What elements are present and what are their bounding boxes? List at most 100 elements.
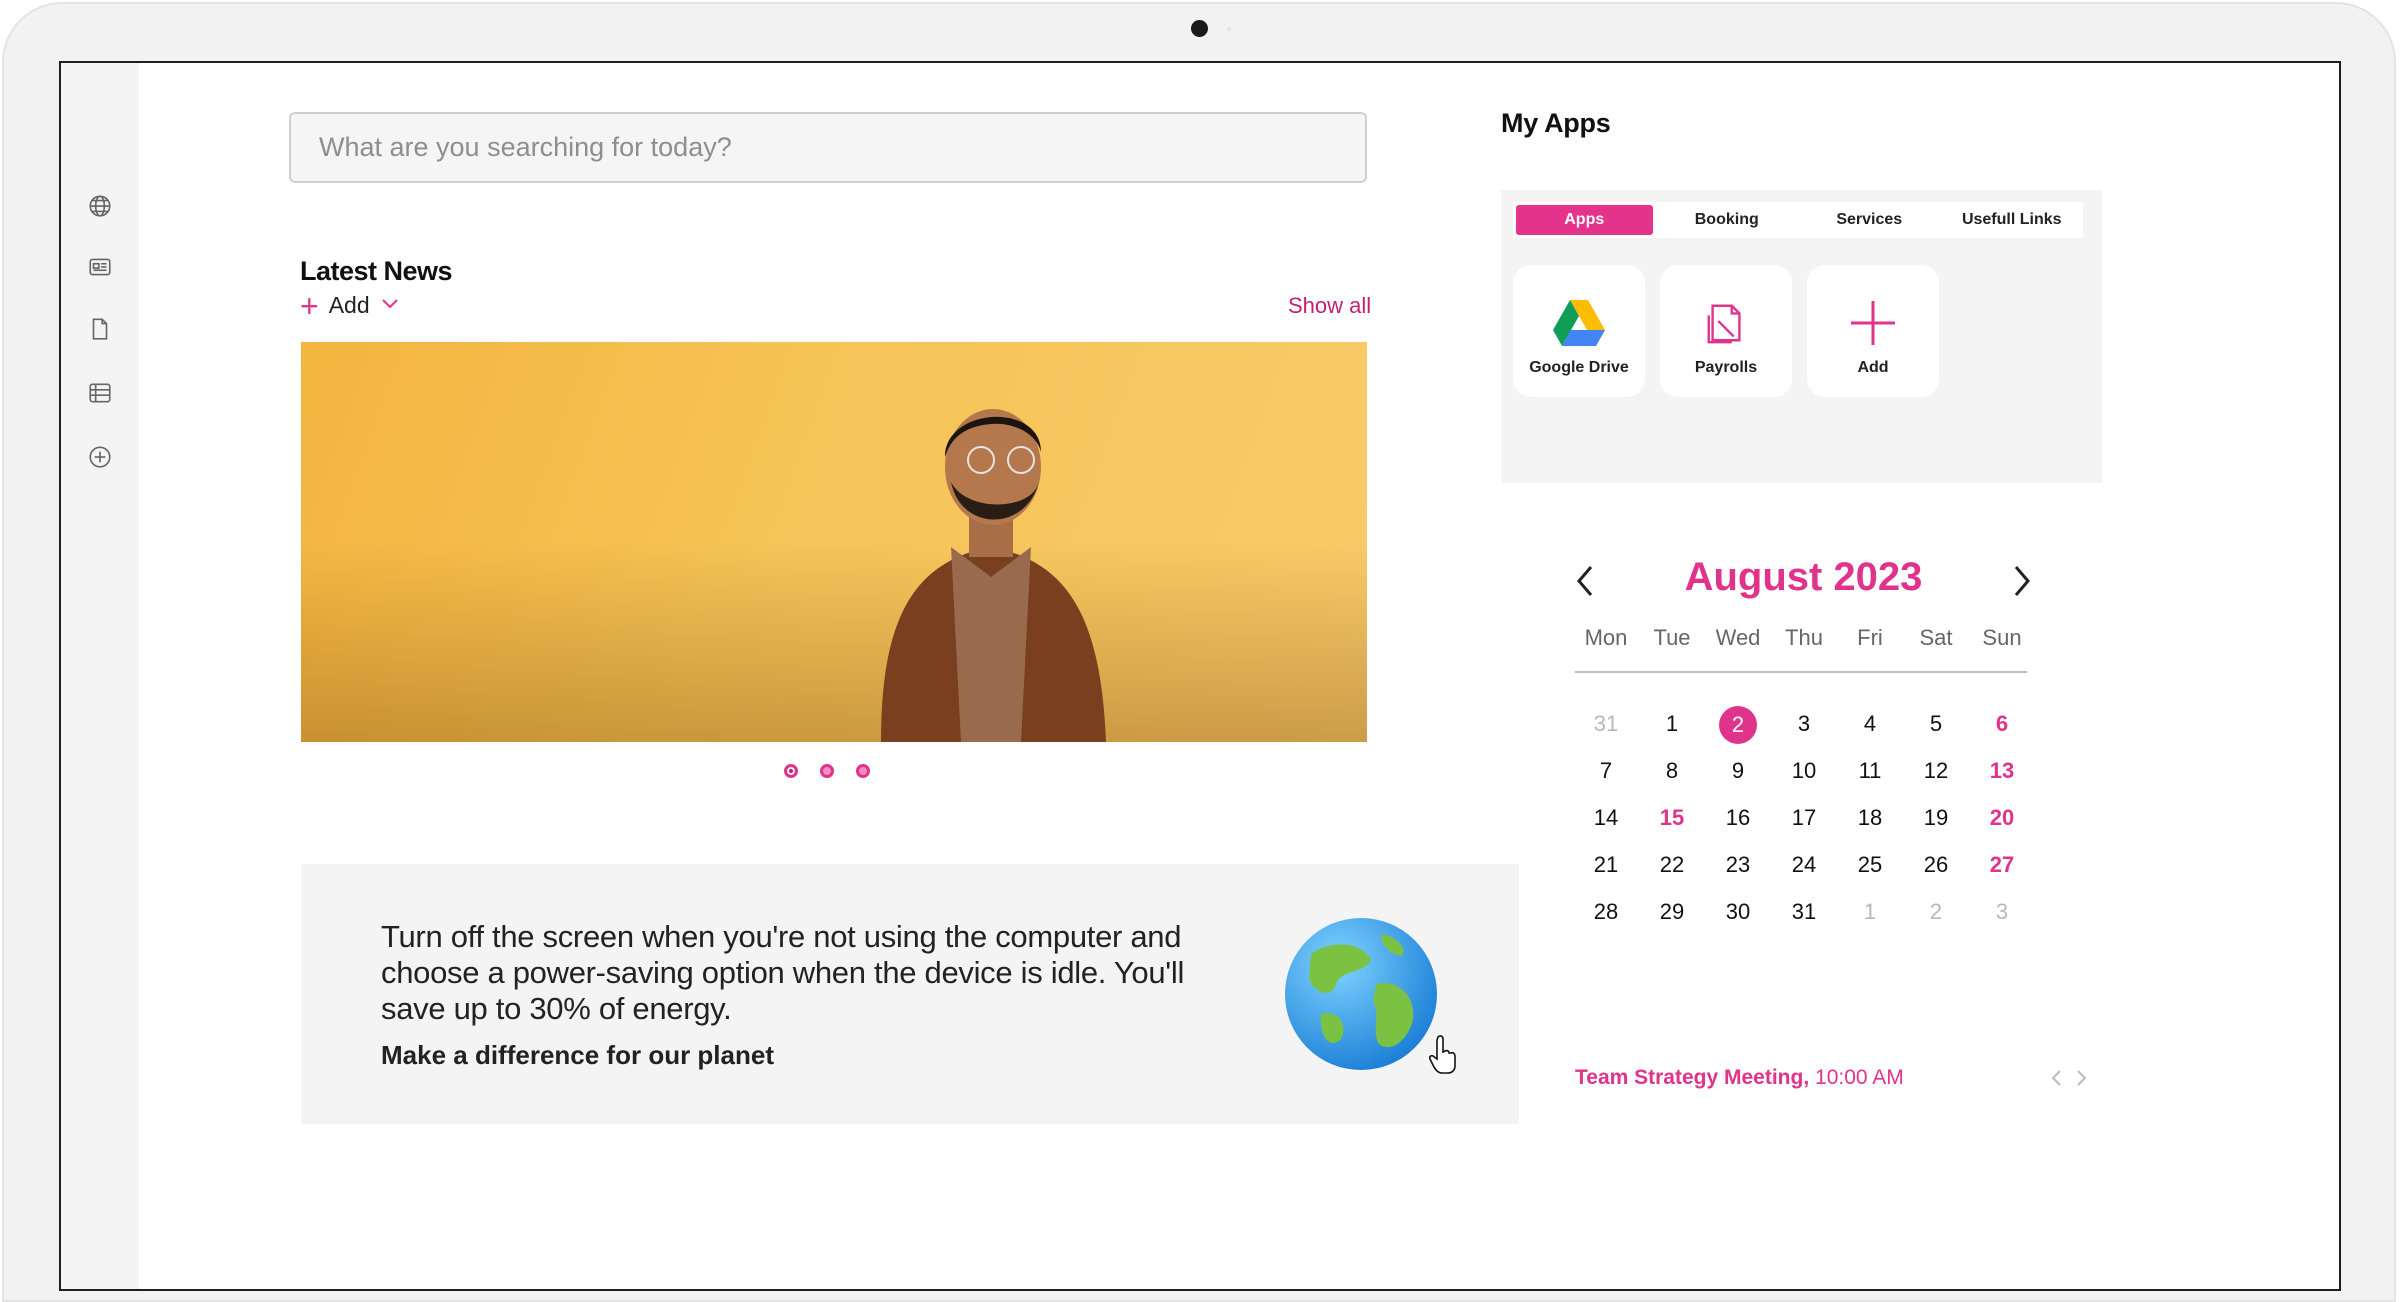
globe-icon[interactable]	[85, 191, 115, 221]
calendar-day-number: 12	[1923, 757, 1949, 783]
calendar-day[interactable]: 11	[1837, 753, 1903, 789]
calendar-day[interactable]: 21	[1573, 847, 1639, 883]
calendar-weekdays: Mon Tue Wed Thu Fri Sat Sun	[1573, 625, 2035, 651]
calendar-day[interactable]: 16	[1705, 800, 1771, 836]
news-carousel-image[interactable]	[301, 342, 1367, 742]
carousel-dot-3[interactable]	[856, 764, 870, 778]
plus-icon	[1847, 297, 1899, 349]
event-time: 10:00 AM	[1815, 1066, 1904, 1089]
apps-tabs: Apps Booking Services Usefull Links	[1513, 202, 2083, 238]
calendar-day-number: 1	[1665, 710, 1679, 736]
calendar-day-number: 6	[1995, 710, 2009, 736]
calendar-day[interactable]: 10	[1771, 753, 1837, 789]
calendar-day[interactable]: 20	[1969, 800, 2035, 836]
calendar-day[interactable]: 29	[1639, 894, 1705, 930]
tab-services[interactable]: Services	[1801, 205, 1938, 235]
calendar-day-number: 9	[1731, 757, 1745, 783]
calendar-day[interactable]: 18	[1837, 800, 1903, 836]
image-shade	[301, 542, 1367, 742]
calendar-event[interactable]: Team Strategy Meeting, 10:00 AM	[1575, 1066, 1904, 1090]
news-icon[interactable]	[85, 252, 115, 282]
calendar-day[interactable]: 17	[1771, 800, 1837, 836]
calendar-day-number: 22	[1659, 851, 1685, 877]
calendar-day[interactable]: 7	[1573, 753, 1639, 789]
calendar-day[interactable]: 5	[1903, 706, 1969, 742]
payrolls-icon	[1700, 297, 1752, 349]
calendar-day[interactable]: 31	[1573, 706, 1639, 742]
my-apps-panel: Apps Booking Services Usefull Links Goog…	[1501, 190, 2102, 483]
tab-apps[interactable]: Apps	[1516, 205, 1653, 235]
calendar-day[interactable]: 30	[1705, 894, 1771, 930]
calendar-day[interactable]: 19	[1903, 800, 1969, 836]
tab-booking[interactable]: Booking	[1659, 205, 1796, 235]
calendar-day[interactable]: 13	[1969, 753, 2035, 789]
calendar-week: 21 22 23 24 25 26 27	[1573, 841, 2035, 888]
calendar-day[interactable]: 28	[1573, 894, 1639, 930]
calendar-day-number: 15	[1659, 804, 1685, 830]
sidebar	[61, 63, 139, 1289]
calendar-next-icon[interactable]	[2006, 561, 2036, 601]
calendar-month-title: August 2023	[1684, 555, 1923, 599]
calendar-day-number: 2	[1719, 705, 1757, 744]
calendar-day[interactable]: 2	[1903, 894, 1969, 930]
app-tile-label: Payrolls	[1694, 359, 1758, 376]
google-drive-icon	[1553, 297, 1605, 349]
chevron-down-icon[interactable]	[380, 292, 400, 319]
search-bar[interactable]	[289, 112, 1367, 183]
calendar-day[interactable]: 8	[1639, 753, 1705, 789]
calendar-day[interactable]: 12	[1903, 753, 1969, 789]
calendar-day-number: 7	[1599, 757, 1613, 783]
calendar-day[interactable]: 9	[1705, 753, 1771, 789]
calendar-day-number: 26	[1923, 851, 1949, 877]
chevron-right-icon[interactable]	[2073, 1068, 2089, 1088]
calendar-day[interactable]: 23	[1705, 847, 1771, 883]
calendar-day-number: 20	[1989, 804, 2015, 830]
calendar-week: 31 1 2 3 4 5 6	[1573, 700, 2035, 747]
calendar-day-today[interactable]: 2	[1705, 705, 1771, 744]
app-tile-payrolls[interactable]: Payrolls	[1660, 265, 1792, 397]
calendar-day[interactable]: 22	[1639, 847, 1705, 883]
show-all-link[interactable]: Show all	[1288, 293, 1371, 319]
news-add-button[interactable]: + Add	[300, 287, 400, 324]
person-illustration	[881, 409, 1106, 742]
calendar-day[interactable]: 1	[1837, 894, 1903, 930]
app-tile-add[interactable]: Add	[1807, 265, 1939, 397]
table-icon[interactable]	[85, 378, 115, 408]
calendar-grid: 31 1 2 3 4 5 6 7 8 9 10 11 12 13 14 15 16 17 18 19 20 21 22 23 2…	[1573, 700, 2035, 935]
calendar-prev-icon[interactable]	[1571, 561, 1601, 601]
calendar-weekday: Mon	[1584, 625, 1628, 650]
calendar-day[interactable]: 24	[1771, 847, 1837, 883]
calendar-day-number: 29	[1659, 898, 1685, 924]
calendar-divider	[1575, 671, 2027, 673]
calendar-day[interactable]: 4	[1837, 706, 1903, 742]
globe-illustration	[1285, 918, 1437, 1070]
add-circle-icon[interactable]	[85, 442, 115, 472]
calendar-day-number: 31	[1791, 898, 1817, 924]
calendar-day[interactable]: 3	[1969, 894, 2035, 930]
calendar-day-number: 14	[1593, 804, 1619, 830]
calendar-day[interactable]: 6	[1969, 706, 2035, 742]
chevron-left-icon[interactable]	[2049, 1068, 2065, 1088]
calendar-day-number: 3	[1995, 898, 2009, 924]
search-input[interactable]	[317, 131, 1365, 164]
plus-icon: +	[300, 287, 319, 324]
calendar-day-number: 19	[1923, 804, 1949, 830]
calendar-day-number: 8	[1665, 757, 1679, 783]
tab-useful-links[interactable]: Usefull Links	[1944, 205, 2081, 235]
calendar-day[interactable]: 15	[1639, 800, 1705, 836]
app-tile-google-drive[interactable]: Google Drive	[1513, 265, 1645, 397]
carousel-dot-2[interactable]	[820, 764, 834, 778]
calendar-day[interactable]: 3	[1771, 706, 1837, 742]
calendar-day[interactable]: 25	[1837, 847, 1903, 883]
calendar-day[interactable]: 1	[1639, 706, 1705, 742]
calendar-day[interactable]: 14	[1573, 800, 1639, 836]
calendar-day[interactable]: 27	[1969, 847, 2035, 883]
news-section-title: Latest News	[300, 256, 453, 286]
eco-tip-card: Turn off the screen when you're not usin…	[301, 864, 1519, 1124]
calendar-day-number: 18	[1857, 804, 1883, 830]
calendar-day-number: 24	[1791, 851, 1817, 877]
document-icon[interactable]	[85, 314, 115, 344]
carousel-dot-1[interactable]	[784, 764, 798, 778]
calendar-day[interactable]: 31	[1771, 894, 1837, 930]
calendar-day[interactable]: 26	[1903, 847, 1969, 883]
